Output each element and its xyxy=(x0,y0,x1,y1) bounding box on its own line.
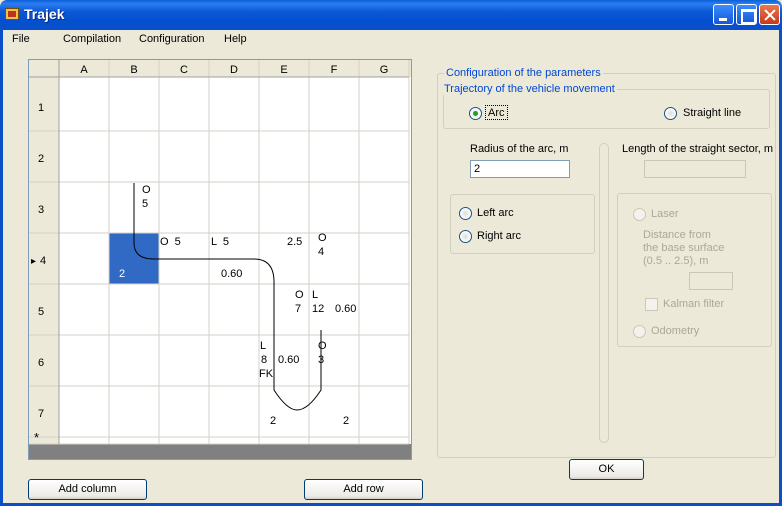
cell-d4-line2: 0.60 xyxy=(221,268,242,280)
straight-line-label: Straight line xyxy=(683,107,742,119)
radius-label: Radius of the arc, m xyxy=(470,143,569,155)
cell-e6-line2: 8 xyxy=(261,354,267,366)
separator-bracket xyxy=(599,143,609,443)
menu-file[interactable]: File xyxy=(12,33,30,45)
right-arc-label: Right arc xyxy=(477,230,522,242)
add-row-button[interactable]: Add row xyxy=(304,479,423,500)
row-header-1: 1 xyxy=(38,102,44,114)
length-label: Length of the straight sector, m xyxy=(622,143,774,155)
column-header-e: E xyxy=(280,64,287,76)
cell-f5-l-line2: 12 xyxy=(312,303,324,315)
current-row-marker: ▸ xyxy=(31,256,36,267)
odometry-label: Odometry xyxy=(651,325,700,337)
column-header-a: A xyxy=(80,64,88,76)
cell-f5-o-line1: O xyxy=(295,289,304,301)
column-header-c: C xyxy=(180,64,188,76)
row-header-2: 2 xyxy=(38,153,44,165)
menu-help[interactable]: Help xyxy=(224,33,247,45)
radius-input[interactable]: 2 xyxy=(470,160,570,178)
cell-f4-line2: 4 xyxy=(318,246,324,258)
cell-f6-line2: 3 xyxy=(318,354,324,366)
cell-e6-line1: L xyxy=(260,340,266,352)
menu-bar: File Compilation Configuration Help xyxy=(3,30,779,50)
laser-radio[interactable] xyxy=(633,208,646,221)
cell-e6-line3: FK xyxy=(259,368,274,380)
column-header-b: B xyxy=(130,64,137,76)
straight-line-radio[interactable] xyxy=(664,107,677,120)
arc-radio[interactable] xyxy=(469,107,482,120)
cell-b3-line1: O xyxy=(142,184,151,196)
new-row-marker: * xyxy=(34,430,39,445)
cell-g5-value: 0.60 xyxy=(335,303,356,315)
configuration-group-title: Configuration of the parameters xyxy=(444,67,603,79)
cell-f5-o-line2: 7 xyxy=(295,303,301,315)
cell-b3-line2: 5 xyxy=(142,198,148,210)
laser-label: Laser xyxy=(651,208,679,220)
app-icon xyxy=(5,8,19,20)
kalman-filter-label: Kalman filter xyxy=(663,298,725,310)
left-arc-radio[interactable] xyxy=(459,207,472,220)
cell-f7-value: 2 xyxy=(343,415,349,427)
add-column-button[interactable]: Add column xyxy=(28,479,147,500)
kalman-filter-checkbox[interactable] xyxy=(645,298,658,311)
cell-f5-l-line1: L xyxy=(312,289,318,301)
arc-focus-rect xyxy=(485,105,508,120)
maximize-button[interactable] xyxy=(736,4,757,25)
odometry-radio[interactable] xyxy=(633,325,646,338)
trajectory-grid[interactable]: A B C D E F G 1 2 3 ▸ 4 5 6 7 * O 5 2 O … xyxy=(28,59,412,460)
cell-e6-value: 0.60 xyxy=(278,354,299,366)
minimize-button[interactable] xyxy=(713,4,734,25)
column-header-d: D xyxy=(230,64,238,76)
cell-e7-value: 2 xyxy=(270,415,276,427)
cell-f4-line1: O xyxy=(318,232,327,244)
ok-button[interactable]: OK xyxy=(569,459,644,480)
distance-label-line2: the base surface xyxy=(643,242,725,254)
trajectory-group-title: Trajectory of the vehicle movement xyxy=(442,83,617,95)
window-title: Trajek xyxy=(24,6,65,22)
arc-direction-group xyxy=(450,194,595,254)
column-header-g: G xyxy=(380,64,389,76)
cell-d4-line1: L 5 xyxy=(211,236,229,248)
row-header-4: 4 xyxy=(40,255,46,267)
distance-input[interactable] xyxy=(689,272,733,290)
left-arc-label: Left arc xyxy=(477,207,514,219)
cell-f6-line1: O xyxy=(318,340,327,352)
menu-configuration[interactable]: Configuration xyxy=(139,33,204,45)
row-header-5: 5 xyxy=(38,306,44,318)
row-header-6: 6 xyxy=(38,357,44,369)
distance-label-line3: (0.5 .. 2.5), m xyxy=(643,255,709,267)
column-header-f: F xyxy=(331,64,338,76)
right-arc-radio[interactable] xyxy=(459,230,472,243)
cell-e4-value: 2.5 xyxy=(287,236,302,248)
menu-compilation[interactable]: Compilation xyxy=(63,33,121,45)
distance-label-line1: Distance from xyxy=(643,229,711,241)
cell-b4-value: 2 xyxy=(119,268,125,280)
length-input[interactable] xyxy=(644,160,746,178)
title-bar: Trajek xyxy=(0,0,782,30)
cell-c4-value: O 5 xyxy=(160,236,181,248)
row-header-3: 3 xyxy=(38,204,44,216)
row-header-7: 7 xyxy=(38,408,44,420)
close-button[interactable] xyxy=(759,4,780,25)
grid-canvas[interactable]: A B C D E F G 1 2 3 ▸ 4 5 6 7 * O 5 2 O … xyxy=(29,60,411,459)
